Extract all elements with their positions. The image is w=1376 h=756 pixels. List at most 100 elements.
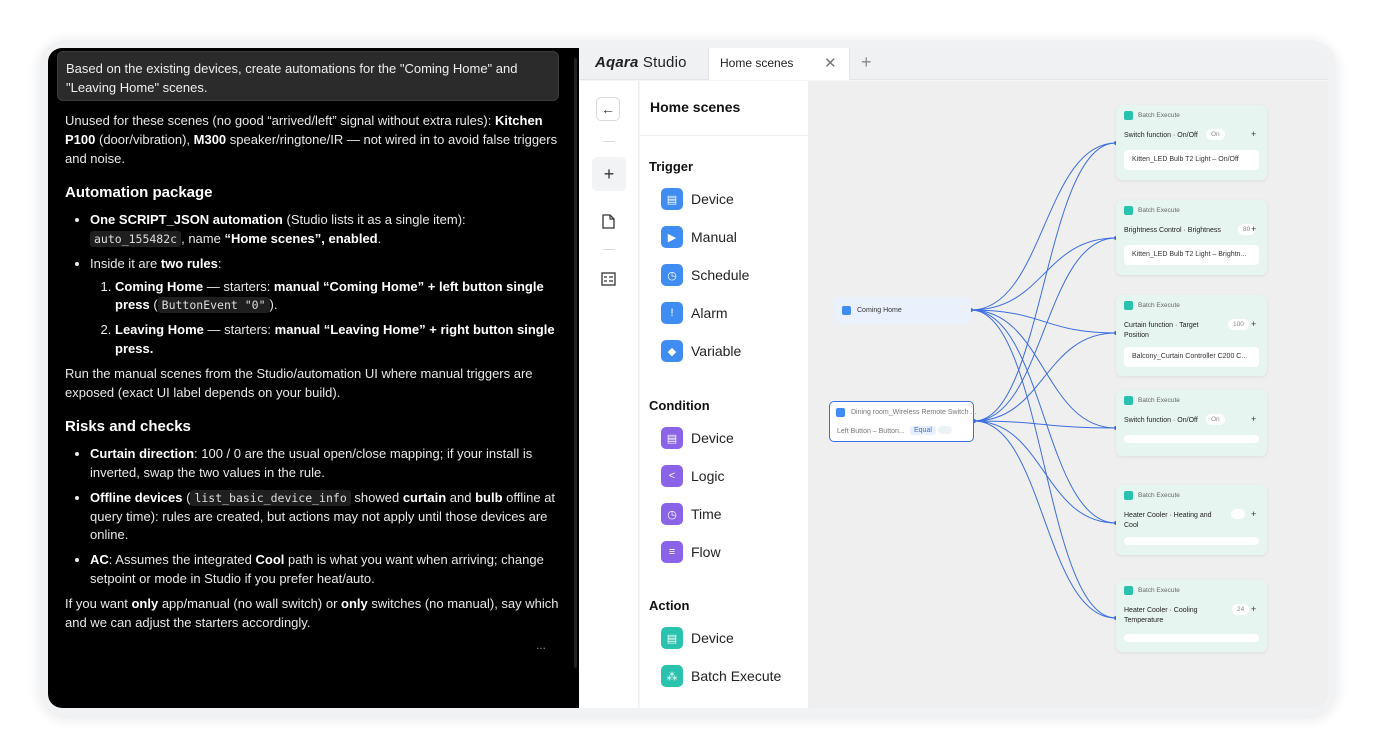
device-selector: [1124, 435, 1259, 443]
wire: [970, 309, 1117, 429]
wire: [970, 237, 1117, 311]
more-options-icon[interactable]: ...: [536, 636, 546, 655]
add-plus-icon: +: [1251, 509, 1257, 519]
automation-list: One SCRIPT_JSON automation (Studio lists…: [90, 211, 560, 359]
condition-device[interactable]: ▤ Device: [661, 426, 734, 450]
back-arrow-icon[interactable]: ←: [596, 97, 620, 121]
batch-execute-node[interactable]: Batch Execute Curtain function · Target …: [1116, 295, 1267, 376]
list-item: Leaving Home — starters: manual “Leaving…: [115, 321, 560, 359]
trigger-variable[interactable]: ◆ Variable: [661, 339, 741, 363]
rules-list: Coming Home — starters: manual “Coming H…: [115, 278, 560, 359]
clock-icon: ◷: [661, 503, 683, 525]
batch-execute-node[interactable]: Batch Execute Switch function · On/Off O…: [1116, 390, 1267, 456]
inline-code: ButtonEvent "0": [157, 297, 270, 314]
node-library-panel: Home scenes Trigger ▤ Device ▶ Manual ◷ Sch…: [640, 81, 809, 708]
heading-risks: Risks and checks: [65, 418, 191, 436]
batch-execute-node[interactable]: Batch Execute Heater Cooler · Heating an…: [1116, 485, 1267, 555]
variable-icon: ◆: [661, 340, 683, 362]
checklist-icon[interactable]: [596, 267, 620, 291]
list-item: Offline devices (list_basic_device_info …: [90, 489, 560, 545]
list-item: AC: Assumes the integrated Cool path is …: [90, 551, 560, 589]
play-icon: ▶: [661, 226, 683, 248]
condition-time[interactable]: ◷ Time: [661, 502, 722, 526]
trigger-manual[interactable]: ▶ Manual: [661, 225, 737, 249]
condition-logic[interactable]: < Logic: [661, 464, 724, 488]
device-selector: Kitten_LED Bulb T2 Light – On/Off: [1124, 150, 1259, 170]
flow-canvas[interactable]: Coming Home Dining room_Wireless Remote …: [809, 81, 1328, 708]
section-action: Action: [649, 598, 690, 613]
tool-rail: ← +: [579, 81, 639, 708]
batch-execute-icon: [1124, 111, 1133, 120]
run-manual-paragraph: Run the manual scenes from the Studio/au…: [65, 365, 533, 400]
device-selector: Kitten_LED Bulb T2 Light – Brightn...: [1124, 245, 1259, 265]
closing-paragraph: If you want only app/manual (no wall swi…: [65, 595, 559, 630]
flow-icon: ≡: [661, 541, 683, 563]
wire: [970, 309, 1117, 334]
ac-icon: [1124, 491, 1133, 500]
add-plus-icon: +: [1251, 319, 1257, 329]
new-tab-plus-icon[interactable]: +: [861, 52, 872, 73]
app-logo: Aqara Studio: [595, 54, 687, 71]
action-batch-execute[interactable]: ⁂ Batch Execute: [661, 664, 781, 688]
tab-home-scenes[interactable]: Home scenes ✕: [708, 48, 850, 80]
device-selector: [1124, 634, 1259, 642]
device-icon: ▤: [661, 427, 683, 449]
condition-flow[interactable]: ≡ Flow: [661, 540, 721, 564]
ac-icon: [1124, 586, 1133, 595]
operator-badge: Equal: [910, 426, 936, 435]
add-plus-icon: +: [1251, 224, 1257, 234]
close-icon[interactable]: ✕: [824, 54, 837, 72]
trigger-node-coming-home[interactable]: Coming Home: [834, 297, 971, 324]
inline-code: auto_155482c: [90, 230, 182, 247]
aqara-studio-app: Aqara Studio Home scenes ✕ + ← + Home sc…: [579, 48, 1328, 708]
add-plus-icon: +: [1251, 129, 1257, 139]
document-icon[interactable]: [596, 209, 620, 233]
tab-bar: Aqara Studio Home scenes ✕ +: [579, 48, 1328, 80]
wire: [973, 142, 1117, 422]
switch-icon: [1124, 396, 1133, 405]
action-device[interactable]: ▤ Device: [661, 626, 734, 650]
add-plus-icon[interactable]: +: [592, 157, 626, 191]
tab-label: Home scenes: [720, 56, 794, 70]
add-plus-icon: +: [1251, 604, 1257, 614]
curtain-icon: [1124, 301, 1133, 310]
wire: [970, 309, 1117, 619]
batch-execute-icon: [1124, 206, 1133, 215]
trigger-node-wireless-switch[interactable]: Dining room_Wireless Remote Switch ... L…: [829, 401, 976, 442]
list-item: Curtain direction: 100 / 0 are the usual…: [90, 445, 560, 483]
trigger-schedule[interactable]: ◷ Schedule: [661, 263, 749, 287]
risks-list: Curtain direction: 100 / 0 are the usual…: [90, 445, 560, 589]
divider: [640, 135, 809, 136]
inline-code: list_basic_device_info: [190, 489, 351, 506]
clock-icon: ◷: [661, 264, 683, 286]
chat-scrollbar[interactable]: [574, 58, 577, 668]
heading-automation-package: Automation package: [65, 184, 213, 202]
divider: [603, 141, 615, 142]
assistant-response: Unused for these scenes (no good “arrive…: [65, 112, 560, 638]
batch-execute-node[interactable]: Batch Execute Heater Cooler · Cooling Te…: [1116, 580, 1267, 652]
wire: [973, 237, 1117, 422]
trigger-device[interactable]: ▤ Device: [661, 187, 734, 211]
device-icon: ▤: [661, 627, 683, 649]
unused-devices-paragraph: Unused for these scenes (no good “arrive…: [65, 113, 558, 166]
batch-execute-node[interactable]: Batch Execute Brightness Control · Brigh…: [1116, 200, 1267, 275]
batch-execute-node[interactable]: Batch Execute Switch function · On/Off O…: [1116, 105, 1267, 180]
section-trigger: Trigger: [649, 159, 694, 174]
app-window: Based on the existing devices, create au…: [48, 48, 1328, 708]
alarm-bell-icon: !: [661, 302, 683, 324]
switch-device-icon: [836, 408, 845, 417]
section-condition: Condition: [649, 398, 710, 413]
chat-panel: Based on the existing devices, create au…: [48, 48, 579, 708]
divider: [603, 249, 615, 250]
wire: [973, 332, 1117, 422]
device-selector: Balcony_Curtain Controller C200 C...: [1124, 347, 1259, 367]
add-plus-icon: +: [1251, 414, 1257, 424]
wire: [973, 420, 1117, 524]
trigger-alarm[interactable]: ! Alarm: [661, 301, 728, 325]
list-item: One SCRIPT_JSON automation (Studio lists…: [90, 211, 560, 249]
list-item: Inside it are two rules: Coming Home — s…: [90, 255, 560, 359]
panel-title: Home scenes: [650, 99, 741, 115]
device-selector: [1124, 537, 1259, 545]
manual-trigger-icon: [842, 306, 851, 315]
device-icon: ▤: [661, 188, 683, 210]
